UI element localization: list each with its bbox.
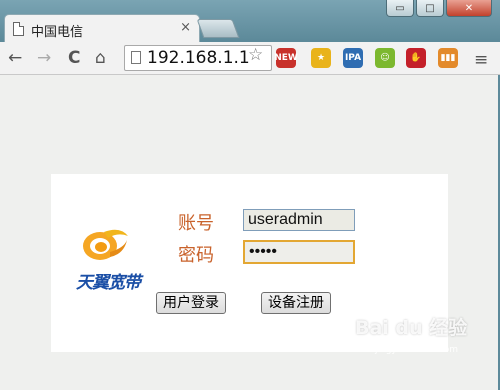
browser-tab[interactable]: 中国电信 × — [4, 14, 200, 43]
bookmark-star-icon[interactable]: ☆ — [248, 45, 263, 65]
window-controls: ▭ □ ✕ — [386, 0, 492, 17]
page-info-icon — [131, 51, 141, 64]
tab-title: 中国电信 — [31, 25, 84, 40]
password-label: 密码 — [178, 245, 214, 266]
minimize-button[interactable]: ▭ — [386, 0, 414, 17]
new-tab-button[interactable] — [196, 19, 240, 38]
browser-window: ▭ □ ✕ 中国电信 × ← → C ⌂ 192.168.1.1 ☆ NEW ★ I… — [0, 0, 500, 390]
maximize-button[interactable]: □ — [416, 0, 444, 17]
adblock-icon[interactable]: ✋ — [406, 48, 426, 68]
menu-icon[interactable]: ≡ — [474, 50, 488, 70]
user-login-button[interactable]: 用户登录 — [156, 292, 226, 314]
tianyi-logo-icon — [83, 229, 128, 260]
back-icon[interactable]: ← — [8, 48, 22, 68]
username-input[interactable]: useradmin — [243, 209, 355, 231]
ipa-extension-icon[interactable]: IPA — [343, 48, 363, 68]
baidu-watermark-url: jingyan.baidu.com — [375, 345, 459, 355]
forward-icon[interactable]: → — [37, 48, 51, 68]
close-window-button[interactable]: ✕ — [446, 0, 492, 17]
browser-toolbar: ← → C ⌂ 192.168.1.1 ☆ NEW ★ IPA ☺ ✋ ▮▮▮ ≡ — [0, 42, 500, 75]
new-extension-icon[interactable]: NEW — [274, 48, 298, 68]
tab-close-icon[interactable]: × — [180, 20, 191, 35]
smiley-extension-icon[interactable]: ☺ — [375, 48, 395, 68]
baidu-watermark: Bai du 经验 — [355, 317, 468, 339]
password-input[interactable]: ••••• — [243, 240, 355, 264]
url-text: 192.168.1.1 — [147, 48, 250, 68]
favorites-star-icon[interactable]: ★ — [311, 48, 331, 68]
reload-icon[interactable]: C — [68, 48, 80, 68]
username-label: 账号 — [178, 213, 214, 234]
device-register-button[interactable]: 设备注册 — [261, 292, 331, 314]
logo-text: 天翼宽带 — [76, 273, 141, 293]
home-icon[interactable]: ⌂ — [95, 48, 106, 68]
page-icon — [13, 22, 24, 36]
page-content: 天翼宽带 账号 密码 useradmin ••••• 用户登录 设备注册 Bai… — [0, 75, 498, 390]
bars-extension-icon[interactable]: ▮▮▮ — [438, 48, 458, 68]
